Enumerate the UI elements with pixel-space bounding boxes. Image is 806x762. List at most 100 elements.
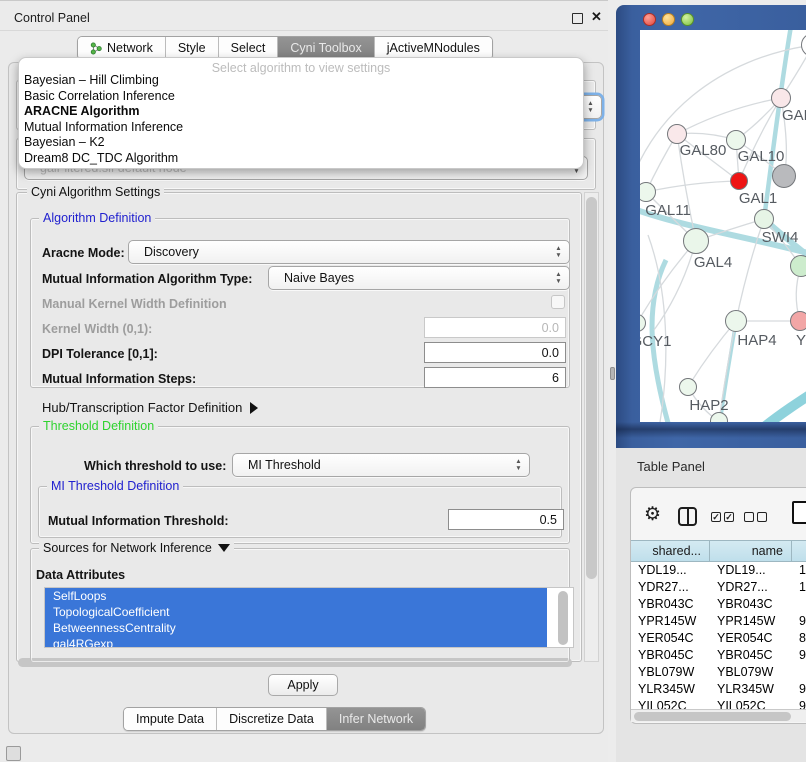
network-node[interactable] [790,255,806,277]
mi-steps-field[interactable]: 6 [424,367,566,388]
table-cell [792,664,806,681]
algorithm-dropdown-popup: Select algorithm to view settings Bayesi… [18,57,584,169]
data-attribute-item[interactable]: BetweennessCentrality [45,620,547,636]
table-row[interactable]: YER054CYER054C8. [631,630,806,647]
apply-button[interactable]: Apply [268,674,338,696]
tab-impute-data-label: Impute Data [136,708,204,730]
settings-vertical-scrollbar[interactable] [584,192,599,662]
which-threshold-combobox[interactable]: MI Threshold ▲▼ [232,453,530,477]
aracne-mode-label: Aracne Mode: [42,246,125,260]
table-row[interactable]: YLR345WYLR345W9. [631,681,806,698]
tab-cyni-toolbox[interactable]: Cyni Toolbox [277,37,373,59]
network-node-swi4[interactable] [754,209,774,229]
table-horizontal-scrollbar[interactable] [631,709,806,722]
data-attribute-item[interactable]: SelfLoops [45,588,547,604]
hub-definition-section[interactable]: Hub/Transcription Factor Definition [42,400,258,415]
network-node-gal[interactable] [771,88,791,108]
collapse-arrow-icon[interactable] [218,544,230,552]
network-node-gal80[interactable] [667,124,687,144]
table-row[interactable]: YPR145WYPR145W9. [631,613,806,630]
combo-stepper-icon: ▲▼ [514,458,523,472]
tab-select[interactable]: Select [218,37,278,59]
column-header-partial[interactable] [792,540,806,562]
table-cell: YDL19... [710,562,792,579]
tab-style[interactable]: Style [165,37,218,59]
table-row[interactable]: YBR045CYBR045C9. [631,647,806,664]
deselect-all-icon[interactable] [744,512,754,522]
tab-infer-network-label: Infer Network [339,708,413,730]
deselect-all-icon[interactable] [757,512,767,522]
float-panel-icon[interactable] [572,13,583,24]
network-node-label: SWI4 [762,229,799,246]
restore-panel-icon[interactable] [6,746,21,761]
data-attribute-item[interactable]: TopologicalCoefficient [45,604,547,620]
kernel-width-field[interactable]: 0.0 [424,317,566,338]
tab-jactivemnodules[interactable]: jActiveMNodules [374,37,492,59]
table-cell: 9. [792,698,806,709]
network-view-canvas[interactable]: GALGAL80GAL10GAL1GAL11SWI4GAL4GCY1HAP4YH… [640,30,806,422]
column-header-shared-name[interactable]: shared... [631,540,710,562]
algorithm-popup-item[interactable]: Basic Correlation Inference [19,89,583,105]
network-node-gal10[interactable] [726,130,746,150]
manual-kernel-width-checkbox[interactable] [551,295,565,309]
new-table-icon[interactable] [792,501,806,524]
algorithm-popup-item[interactable]: Mutual Information Inference [19,120,583,136]
close-panel-icon[interactable]: ✕ [591,9,602,25]
select-all-icon[interactable]: ✓ [711,512,721,522]
tab-discretize-data[interactable]: Discretize Data [216,708,326,730]
tab-infer-network[interactable]: Infer Network [326,708,425,730]
aracne-mode-combobox[interactable]: Discovery ▲▼ [128,240,570,264]
table-cell: 12 [792,579,806,596]
algorithm-definition-title: Algorithm Definition [39,211,155,225]
manual-kernel-width-label: Manual Kernel Width Definition [42,297,227,311]
data-attributes-list[interactable]: SelfLoopsTopologicalCoefficientBetweenne… [44,587,574,648]
attributes-list-scrollbar-thumb[interactable] [558,591,568,645]
network-node-hap4[interactable] [725,310,747,332]
table-cell: YBL079W [710,664,792,681]
combo-stepper-icon: ▲▼ [554,245,563,259]
mi-algorithm-type-combobox[interactable]: Naive Bayes ▲▼ [268,266,570,290]
mi-threshold-field[interactable]: 0.5 [448,509,564,530]
column-header-name[interactable]: name [710,540,792,562]
columns-icon[interactable] [678,507,697,526]
aracne-mode-value: Discovery [144,245,199,259]
tab-select-label: Select [231,37,266,59]
network-node-gal4[interactable] [683,228,709,254]
split-pane-handle-icon[interactable] [610,367,615,380]
window-zoom-button[interactable] [681,13,694,26]
expand-arrow-icon[interactable] [250,402,258,414]
algorithm-popup-item[interactable]: Bayesian – K2 [19,135,583,151]
window-minimize-button[interactable] [662,13,675,26]
table-horizontal-scrollbar-thumb[interactable] [634,712,791,721]
table-panel-title: Table Panel [637,459,705,474]
table-row[interactable]: YIL052CYIL052C9. [631,698,806,709]
network-node-hap2[interactable] [679,378,697,396]
table-row[interactable]: YBR043CYBR043C [631,596,806,613]
algorithm-popup-item[interactable]: Bayesian – Hill Climbing [19,73,583,89]
gear-icon[interactable]: ⚙ [644,503,661,526]
algorithm-popup-item[interactable]: Dream8 DC_TDC Algorithm [19,151,583,167]
algorithm-popup-list: Bayesian – Hill ClimbingBasic Correlatio… [19,73,583,166]
cyni-algorithm-settings-title: Cyni Algorithm Settings [27,185,164,199]
window-close-button[interactable] [643,13,656,26]
dpi-tolerance-field[interactable]: 0.0 [424,342,566,363]
table-cell: YLR345W [710,681,792,698]
settings-vertical-scrollbar-thumb[interactable] [586,197,597,579]
tab-network[interactable]: Network [78,37,165,59]
algorithm-popup-item[interactable]: ARACNE Algorithm [19,104,583,120]
dpi-tolerance-label: DPI Tolerance [0,1]: [42,347,158,361]
network-node-y[interactable] [790,311,806,331]
table-cell: YBL079W [631,664,710,681]
table-row[interactable]: YDL19...YDL19...13 [631,562,806,579]
table-row[interactable]: YBL079WYBL079W [631,664,806,681]
table-row[interactable]: YDR27...YDR27...12 [631,579,806,596]
tab-impute-data[interactable]: Impute Data [124,708,216,730]
table-header: shared... name [631,540,806,562]
select-all-icon[interactable]: ✓ [724,512,734,522]
network-node-gal1[interactable] [730,172,748,190]
network-tab-icon [90,42,102,55]
which-threshold-label: Which threshold to use: [84,459,226,473]
data-attribute-item[interactable]: gal4RGexp [45,636,547,648]
network-node[interactable] [772,164,796,188]
network-node-label: HAP2 [689,397,728,414]
